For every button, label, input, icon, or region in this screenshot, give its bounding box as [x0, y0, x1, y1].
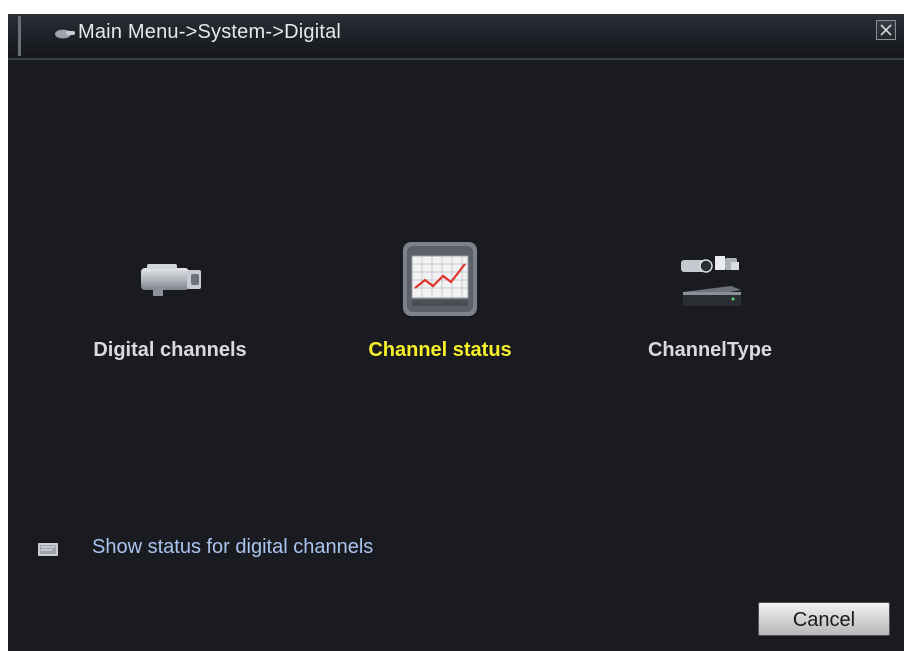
menu-item-digital-channels[interactable]: Digital channels — [40, 242, 300, 372]
titlebar-edge — [18, 16, 21, 56]
close-button[interactable] — [876, 20, 896, 40]
menu-item-channel-status[interactable]: Channel status — [310, 242, 570, 372]
info-card-icon — [38, 543, 58, 556]
menu-item-channel-type[interactable]: ChannelType — [580, 242, 840, 372]
menu-item-label: Digital channels — [93, 339, 247, 361]
chart-monitor-icon — [403, 242, 477, 316]
digital-menu-window: Main Menu->System->Digital Digital chann… — [8, 14, 904, 651]
close-icon — [880, 24, 892, 36]
camera-icon — [141, 264, 201, 296]
hand-pointer-icon — [55, 29, 75, 39]
breadcrumb: Main Menu->System->Digital — [78, 21, 342, 43]
status-text: Show status for digital channels — [92, 536, 374, 558]
menu-item-label: Channel status — [368, 339, 512, 361]
title-bar: Main Menu->System->Digital — [8, 14, 904, 60]
cancel-button[interactable]: Cancel — [758, 602, 890, 636]
menu-item-label: ChannelType — [647, 339, 773, 361]
camera-dvr-icon — [681, 256, 741, 306]
